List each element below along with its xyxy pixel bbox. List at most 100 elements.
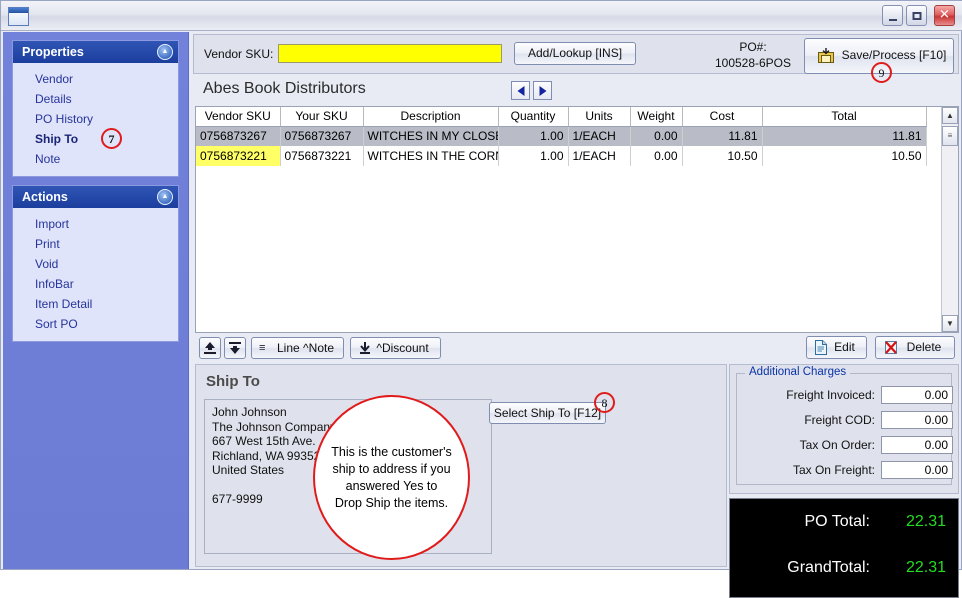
arrow-down-icon bbox=[229, 342, 241, 354]
add-lookup-button[interactable]: Add/Lookup [INS] bbox=[514, 42, 636, 65]
move-line-up-button[interactable] bbox=[199, 337, 221, 359]
table-header-row: Vendor SKU Your SKU Description Quantity… bbox=[196, 107, 927, 127]
table-row[interactable]: 0756873221 0756873221 WITCHES IN THE COR… bbox=[196, 146, 927, 166]
application-window: ✕ Properties Vendor Details PO History S… bbox=[0, 0, 962, 598]
lines-icon: ≡ bbox=[259, 342, 266, 354]
freight-invoiced-value[interactable]: 0.00 bbox=[881, 386, 953, 404]
sidebar-item-label: Vendor bbox=[35, 72, 74, 86]
chevron-up-icon[interactable] bbox=[157, 189, 173, 205]
sidebar-item-label: Import bbox=[35, 217, 70, 231]
properties-panel-title: Properties bbox=[22, 45, 84, 59]
cell-cost: 11.81 bbox=[682, 126, 763, 146]
sidebar-item-label: Print bbox=[35, 237, 60, 251]
delete-x-icon bbox=[884, 340, 898, 362]
window-icon bbox=[8, 7, 29, 26]
sidebar-item-item-detail[interactable]: Item Detail bbox=[13, 294, 178, 314]
column-header-quantity[interactable]: Quantity bbox=[498, 107, 569, 127]
charge-row: Freight COD: 0.00 bbox=[737, 411, 953, 431]
sidebar-item-po-history[interactable]: PO History bbox=[13, 109, 178, 129]
callout-badge-7: 7 bbox=[101, 128, 122, 149]
cell-your-sku: 0756873221 bbox=[280, 146, 364, 166]
charge-row: Tax On Order: 0.00 bbox=[737, 436, 953, 456]
cell-quantity: 1.00 bbox=[498, 126, 569, 146]
minimize-button[interactable] bbox=[882, 5, 903, 26]
save-process-label: Save/Process [F10] bbox=[841, 48, 947, 62]
sidebar-item-label: InfoBar bbox=[35, 277, 74, 291]
sidebar-item-print[interactable]: Print bbox=[13, 234, 178, 254]
sidebar-item-infobar[interactable]: InfoBar bbox=[13, 274, 178, 294]
grand-total-value: 22.31 bbox=[905, 559, 946, 576]
annotation-callout-text: This is the customer's ship to address i… bbox=[331, 444, 452, 510]
sidebar-item-label: Void bbox=[35, 257, 59, 271]
column-header-weight[interactable]: Weight bbox=[630, 107, 683, 127]
callout-badge-9: 9 bbox=[871, 62, 892, 83]
scroll-down-icon[interactable]: ▼ bbox=[942, 315, 958, 332]
top-toolbar: Vendor SKU: Add/Lookup [INS] PO#: 100528… bbox=[193, 34, 959, 83]
scrollbar-thumb[interactable]: ≡ bbox=[942, 126, 958, 146]
column-header-cost[interactable]: Cost bbox=[682, 107, 763, 127]
cell-quantity: 1.00 bbox=[498, 146, 569, 166]
ship-to-panel: Ship To John Johnson The Johnson Company… bbox=[195, 364, 727, 567]
sidebar-item-void[interactable]: Void bbox=[13, 254, 178, 274]
previous-record-icon[interactable] bbox=[511, 81, 530, 100]
sidebar-item-ship-to[interactable]: Ship To 7 bbox=[13, 128, 178, 149]
sidebar-item-label: Note bbox=[35, 152, 61, 166]
properties-panel-header[interactable]: Properties bbox=[13, 41, 178, 63]
close-icon: ✕ bbox=[939, 7, 950, 22]
sidebar-item-details[interactable]: Details bbox=[13, 89, 178, 109]
sidebar-item-sort-po[interactable]: Sort PO bbox=[13, 314, 178, 334]
column-header-description[interactable]: Description bbox=[363, 107, 499, 127]
grid-scrollbar[interactable]: ▲ ≡ ▼ bbox=[941, 107, 958, 332]
sidebar-item-label: Ship To bbox=[35, 132, 79, 146]
sidebar-item-vendor[interactable]: Vendor bbox=[13, 69, 178, 89]
tax-on-order-label: Tax On Order: bbox=[799, 438, 875, 452]
delete-label: Delete bbox=[906, 340, 942, 354]
additional-charges-legend: Additional Charges bbox=[745, 366, 851, 378]
cell-your-sku: 0756873267 bbox=[280, 126, 364, 146]
discount-icon bbox=[359, 341, 371, 361]
table-row[interactable]: 0756873267 0756873267 WITCHES IN MY CLOS… bbox=[196, 126, 927, 146]
save-icon bbox=[818, 48, 834, 63]
line-items-grid: Vendor SKU Your SKU Description Quantity… bbox=[195, 106, 959, 333]
po-total-label: PO Total: bbox=[804, 513, 870, 530]
discount-button[interactable]: ^Discount bbox=[350, 337, 441, 359]
cell-weight: 0.00 bbox=[630, 126, 683, 146]
close-button[interactable]: ✕ bbox=[934, 5, 955, 26]
edit-button[interactable]: Edit bbox=[806, 336, 867, 359]
callout-badge-8: 8 bbox=[594, 392, 615, 413]
delete-button[interactable]: Delete bbox=[875, 336, 955, 359]
cell-units: 1/EACH bbox=[568, 146, 631, 166]
line-note-button[interactable]: ≡ Line ^Note bbox=[251, 337, 344, 359]
column-header-units[interactable]: Units bbox=[568, 107, 631, 127]
cell-description: WITCHES IN MY CLOSET bbox=[363, 126, 499, 146]
move-line-down-button[interactable] bbox=[224, 337, 246, 359]
tax-on-freight-value[interactable]: 0.00 bbox=[881, 461, 953, 479]
sidebar-item-import[interactable]: Import bbox=[13, 214, 178, 234]
column-header-your-sku[interactable]: Your SKU bbox=[280, 107, 364, 127]
next-record-icon[interactable] bbox=[533, 81, 552, 100]
po-total-value: 22.31 bbox=[905, 513, 946, 530]
column-header-vendor-sku[interactable]: Vendor SKU bbox=[196, 107, 281, 127]
chevron-up-icon[interactable] bbox=[157, 44, 173, 60]
cell-description: WITCHES IN THE CORN F bbox=[363, 146, 499, 166]
grand-total-label: GrandTotal: bbox=[787, 559, 870, 576]
vendor-sku-input[interactable] bbox=[278, 44, 502, 63]
sidebar: Properties Vendor Details PO History Shi… bbox=[3, 32, 189, 569]
line-items-table: Vendor SKU Your SKU Description Quantity… bbox=[196, 107, 927, 166]
actions-panel: Actions Import Print Void InfoBar Item D… bbox=[12, 185, 179, 342]
actions-panel-header[interactable]: Actions bbox=[13, 186, 178, 208]
freight-cod-value[interactable]: 0.00 bbox=[881, 411, 953, 429]
cell-units: 1/EACH bbox=[568, 126, 631, 146]
grand-total-row: GrandTotal: 22.31 bbox=[730, 559, 958, 585]
cell-total: 11.81 bbox=[762, 126, 927, 146]
grid-toolbar: ≡ Line ^Note ^Discount Edit Delete bbox=[195, 336, 959, 363]
maximize-button[interactable] bbox=[906, 5, 927, 26]
actions-panel-title: Actions bbox=[22, 190, 68, 204]
tax-on-order-value[interactable]: 0.00 bbox=[881, 436, 953, 454]
select-ship-to-button[interactable]: Select Ship To [F12] bbox=[489, 402, 606, 424]
cell-weight: 0.00 bbox=[630, 146, 683, 166]
column-header-total[interactable]: Total bbox=[762, 107, 927, 127]
scroll-up-icon[interactable]: ▲ bbox=[942, 107, 958, 124]
charge-row: Tax On Freight: 0.00 bbox=[737, 461, 953, 481]
sidebar-item-note[interactable]: Note bbox=[13, 149, 178, 169]
